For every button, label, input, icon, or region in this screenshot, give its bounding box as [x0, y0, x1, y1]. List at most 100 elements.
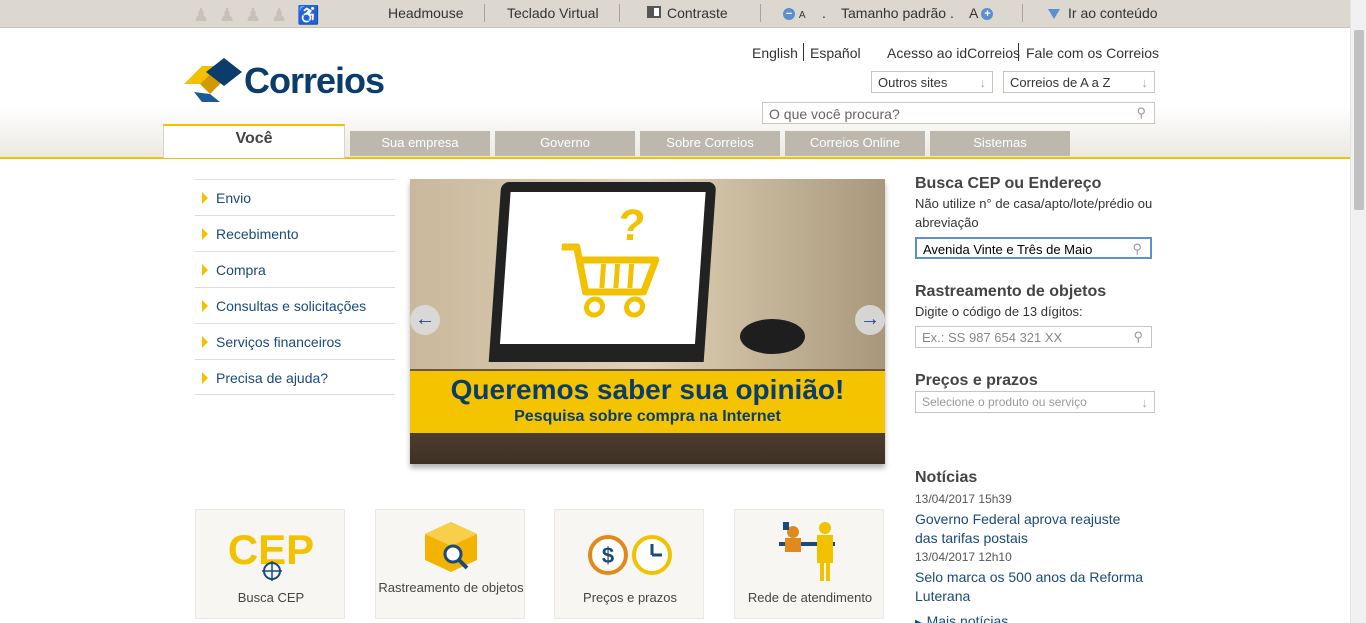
mouse-image — [740, 319, 805, 354]
contrast-icon — [647, 6, 661, 18]
carousel-prev-button[interactable]: ← — [410, 305, 440, 335]
decrease-font-button[interactable]: − A — [783, 5, 806, 21]
menu-item-compra[interactable]: Compra — [195, 251, 395, 287]
package-search-icon — [425, 522, 477, 572]
tab-sobre-correios[interactable]: Sobre Correios — [640, 131, 780, 156]
busca-cep-value: Avenida Vinte e Três de Maio — [923, 242, 1093, 257]
acesso-idcorreios-link[interactable]: Acesso ao idCorreios — [887, 45, 1020, 61]
shortcut-label: Preços e prazos — [583, 590, 677, 605]
menu-label: Serviços financeiros — [216, 334, 342, 350]
shortcut-label: Busca CEP — [237, 590, 305, 605]
survey-banner[interactable]: ? Queremos saber sua opinião! Pesquisa s… — [410, 179, 885, 464]
arrow-down-icon — [1048, 9, 1060, 19]
ir-ao-conteudo-link[interactable]: Ir ao conteúdo — [1048, 5, 1158, 21]
search-icon[interactable]: ⚲ — [1136, 105, 1146, 121]
accessibility-figures: ♟ ♟ ♟ ♟ ♿ — [193, 4, 320, 26]
fale-conosco-link[interactable]: Fale com os Correios — [1026, 45, 1159, 61]
divider — [619, 4, 620, 22]
menu-item-envio[interactable]: Envio — [195, 179, 395, 215]
elderly-icon: ♟ — [193, 5, 210, 25]
shortcut-precos-prazos[interactable]: $ Preços e prazos — [554, 509, 704, 619]
cep-icon: CEP — [228, 526, 314, 581]
rastreamento-input[interactable]: Ex.: SS 987 654 321 XX ⚲ — [915, 326, 1152, 348]
search-icon[interactable]: ⚲ — [1132, 241, 1142, 257]
arrow-right-icon — [202, 228, 208, 240]
dot-separator: . — [950, 5, 954, 21]
shortcut-rede-atendimento[interactable]: Rede de atendimento — [734, 509, 884, 619]
laptop-image: ? — [488, 182, 717, 362]
carousel-next-button[interactable]: → — [855, 305, 885, 335]
menu-label: Consultas e solicitações — [216, 298, 367, 314]
vertical-scrollbar[interactable] — [1350, 0, 1366, 623]
contraste-link[interactable]: Contraste — [647, 5, 728, 21]
correios-logo[interactable]: Correios — [184, 58, 385, 106]
increase-font-button[interactable]: A + — [969, 5, 994, 21]
tab-correios-online[interactable]: Correios Online — [785, 131, 925, 156]
chevron-down-icon: ↓ — [1141, 75, 1149, 90]
wheelchair-icon: ♿ — [297, 5, 320, 25]
busca-cep-input[interactable]: Avenida Vinte e Três de Maio ⚲ — [915, 237, 1152, 259]
contraste-label: Contraste — [667, 5, 728, 21]
tab-sua-empresa[interactable]: Sua empresa — [350, 131, 490, 156]
correios-az-select[interactable]: Correios de A a Z ↓ — [1003, 71, 1155, 93]
menu-item-servicos-financeiros[interactable]: Serviços financeiros — [195, 323, 395, 359]
search-icon[interactable]: ⚲ — [1133, 329, 1143, 345]
arrow-right-icon: ▶ — [915, 618, 923, 623]
noticias-title: Notícias — [915, 469, 978, 486]
menu-item-recebimento[interactable]: Recebimento — [195, 215, 395, 251]
plus-icon: + — [981, 8, 994, 20]
menu-label: Precisa de ajuda? — [216, 370, 329, 386]
logo-text: Correios — [244, 60, 385, 101]
search-placeholder: O que você procura? — [769, 106, 900, 122]
precos-select-value: Selecione o produto ou serviço — [922, 395, 1087, 409]
site-search-input[interactable]: O que você procura? ⚲ — [762, 102, 1155, 124]
correios-logo-icon — [184, 58, 242, 102]
espanol-link[interactable]: Español — [810, 45, 861, 61]
tab-voce[interactable]: Você — [163, 124, 345, 158]
outros-sites-select[interactable]: Outros sites ↓ — [871, 71, 993, 93]
precos-title: Preços e prazos — [915, 372, 1038, 389]
divider — [484, 4, 485, 22]
banner-subtitle: Pesquisa sobre compra na Internet — [514, 408, 781, 425]
shortcut-busca-cep[interactable]: CEP Busca CEP — [195, 509, 345, 619]
headmouse-link[interactable]: Headmouse — [388, 5, 464, 21]
arrow-right-icon — [202, 192, 208, 204]
family-icon: ♟ — [245, 5, 262, 25]
shortcut-label: Rastreamento de objetos — [378, 580, 524, 595]
menu-label: Compra — [216, 262, 266, 278]
menu-label: Recebimento — [216, 226, 299, 242]
correios-az-value: Correios de A a Z — [1010, 75, 1111, 90]
shopping-cart-icon: ? — [561, 201, 660, 318]
tab-governo[interactable]: Governo — [495, 131, 635, 156]
tamanho-padrao-link[interactable]: Tamanho padrão — [841, 5, 946, 21]
banner-title: Queremos saber sua opinião! — [450, 374, 845, 405]
outros-sites-value: Outros sites — [878, 75, 948, 90]
rastreamento-title: Rastreamento de objetos — [915, 283, 1107, 300]
mais-noticias-link[interactable]: ▶ Mais notícias — [915, 612, 1008, 623]
busca-cep-title: Busca CEP ou Endereço — [915, 175, 1102, 192]
news-link[interactable]: Selo marca os 500 anos da Reforma Lutera… — [915, 568, 1145, 606]
ir-ao-conteudo-label: Ir ao conteúdo — [1068, 5, 1158, 21]
rastreamento-placeholder: Ex.: SS 987 654 321 XX — [922, 330, 1063, 345]
tab-sistemas[interactable]: Sistemas — [930, 131, 1070, 156]
news-date: 13/04/2017 12h10 — [915, 550, 1012, 564]
busca-cep-hint: Não utilize n° de casa/apto/lote/prédio … — [915, 196, 1153, 230]
menu-item-consultas[interactable]: Consultas e solicitações — [195, 287, 395, 323]
teclado-virtual-link[interactable]: Teclado Virtual — [507, 5, 599, 21]
dot-separator: . — [822, 5, 826, 21]
english-link[interactable]: English — [752, 45, 798, 61]
divider — [760, 4, 761, 22]
news-link[interactable]: Governo Federal aprova reajuste das tari… — [915, 510, 1145, 548]
menu-label: Envio — [216, 190, 252, 206]
divider — [803, 43, 804, 61]
service-counter-icon — [779, 522, 835, 581]
price-clock-icon: $ — [588, 535, 672, 575]
accessibility-bar: ♟ ♟ ♟ ♟ ♿ Headmouse Teclado Virtual Cont… — [0, 0, 1350, 28]
shortcut-label: Rede de atendimento — [747, 590, 873, 605]
precos-select[interactable]: Selecione o produto ou serviço ↓ — [915, 391, 1155, 413]
menu-item-precisa-ajuda[interactable]: Precisa de ajuda? — [195, 359, 395, 395]
shortcut-rastreamento[interactable]: Rastreamento de objetos — [375, 509, 525, 619]
scrollbar-thumb[interactable] — [1354, 30, 1364, 210]
arrow-right-icon — [202, 300, 208, 312]
cep-glyph: CEP — [228, 526, 314, 573]
